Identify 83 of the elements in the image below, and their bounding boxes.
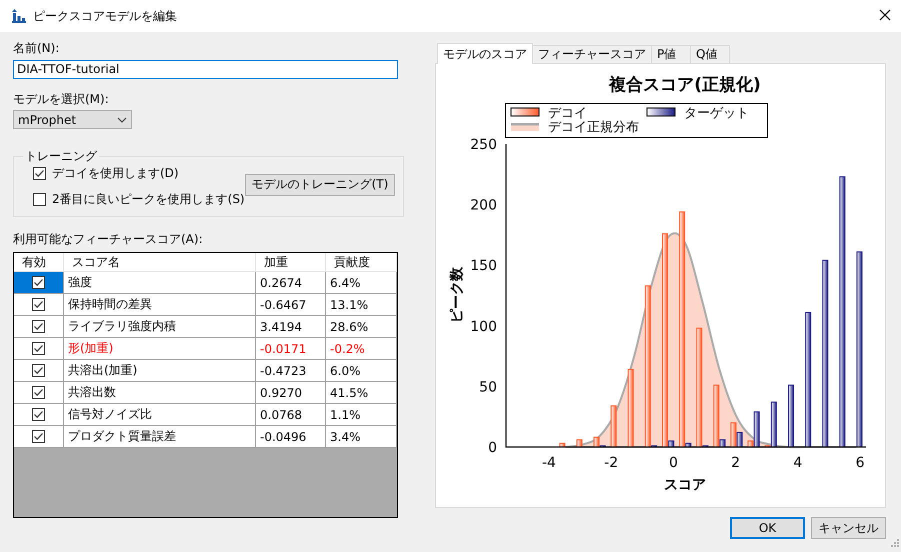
group-title: トレーニング [24, 149, 98, 163]
table-cell: -0.2% [326, 338, 397, 359]
legend-swatch [511, 123, 539, 131]
y-tick-label: 0 [488, 440, 497, 456]
table-cell: -0.4723 [256, 360, 326, 381]
checked-checkbox[interactable] [32, 430, 45, 443]
legend-label: ターゲット [684, 106, 749, 121]
histogram-bar [788, 384, 794, 448]
unchecked-checkbox[interactable] [33, 193, 46, 206]
x-tick-label: -4 [542, 455, 556, 471]
chevron-down-icon [117, 116, 127, 122]
histogram-bar [559, 442, 566, 448]
table-cell: 3.4194 [256, 316, 326, 337]
column-header[interactable]: 加重 [256, 253, 326, 271]
tab[interactable]: Q値 [690, 45, 730, 63]
tab[interactable]: モデルのスコア [437, 43, 533, 64]
field-label: 名前(N): [13, 41, 60, 55]
checkbox-label[interactable]: デコイを使用します(D) [52, 165, 179, 182]
table-cell: 保持時間の差異 [64, 294, 256, 315]
y-tick-label: 250 [470, 137, 497, 153]
ok-button[interactable]: OK [730, 517, 805, 539]
table-cell: ライブラリ強度内積 [64, 316, 256, 337]
table-cell: 共溶出(加重) [64, 360, 256, 381]
column-header[interactable]: スコア名 [64, 253, 256, 271]
train-model-button[interactable]: モデルのトレーニング(T) [244, 174, 396, 196]
y-tick-label: 200 [470, 198, 497, 214]
checked-checkbox[interactable] [32, 386, 45, 399]
x-axis-title: スコア [664, 477, 706, 493]
table-cell: 3.4% [326, 426, 397, 447]
table-cell: 強度 [64, 272, 256, 293]
model-dropdown[interactable]: mProphet [13, 110, 132, 129]
table-cell: 41.5% [326, 382, 397, 403]
table-cell: -0.0171 [256, 338, 326, 359]
table-cell: 共溶出数 [64, 382, 256, 403]
table-cell: 0.0768 [256, 404, 326, 425]
table-cell: 1.1% [326, 404, 397, 425]
table-cell: 6.0% [326, 360, 397, 381]
chart-title: 複合スコア(正規化) [609, 75, 761, 95]
table-cell[interactable] [14, 272, 64, 293]
y-tick-label: 150 [470, 258, 497, 274]
table-cell: プロダクト質量誤差 [64, 426, 256, 447]
tab[interactable]: P値 [651, 45, 691, 63]
checkbox-label[interactable]: 2番目に良いピークを使用します(S) [52, 191, 245, 208]
x-tick-label: 6 [856, 455, 865, 471]
checked-checkbox[interactable] [32, 342, 45, 355]
column-header[interactable]: 貢献度 [326, 253, 397, 271]
histogram-bar [576, 439, 582, 448]
table-cell: 0.9270 [256, 382, 326, 403]
table-cell: 信号対ノイズ比 [64, 404, 256, 425]
y-axis-title: ピーク数 [449, 267, 465, 323]
resize-grip-icon[interactable] [891, 539, 899, 547]
table-cell: -0.6467 [256, 294, 326, 315]
name-input-field[interactable]: DIA-TTOF-tutorial [13, 60, 398, 79]
y-tick-label: 50 [479, 379, 497, 396]
table-cell: 13.1% [326, 294, 397, 315]
table-cell: 形(加重) [64, 338, 256, 359]
checked-checkbox[interactable] [33, 167, 46, 180]
x-tick-label: 4 [793, 455, 802, 471]
legend-swatch [510, 108, 540, 116]
window-title: ピークスコアモデルを編集 [33, 8, 177, 24]
checked-checkbox[interactable] [32, 276, 45, 289]
y-tick-label: 100 [470, 318, 497, 335]
checked-checkbox[interactable] [32, 298, 45, 311]
checked-checkbox[interactable] [32, 320, 45, 333]
table-cell: 28.6% [326, 316, 397, 337]
legend-label: デコイ正規分布 [548, 120, 639, 135]
histogram-bar [610, 405, 617, 448]
app-icon [11, 9, 27, 23]
table-cell: 0.2674 [256, 272, 326, 293]
checked-checkbox[interactable] [32, 364, 45, 377]
x-tick-label: 2 [731, 455, 740, 471]
column-header[interactable]: 有効 [14, 253, 64, 271]
x-tick-label: 0 [668, 455, 678, 471]
table-cell: -0.0496 [256, 426, 326, 447]
x-tick-label: -2 [604, 455, 618, 471]
checked-checkbox[interactable] [32, 408, 45, 421]
close-icon[interactable] [879, 8, 891, 20]
legend-swatch [646, 108, 676, 116]
table-cell: 6.4% [326, 272, 397, 293]
section-label: 利用可能なフィーチャースコア(A): [13, 232, 203, 246]
legend-label: デコイ [548, 106, 587, 121]
cancel-button[interactable]: キャンセル [811, 517, 886, 539]
field-label: モデルを選択(M): [13, 92, 109, 106]
